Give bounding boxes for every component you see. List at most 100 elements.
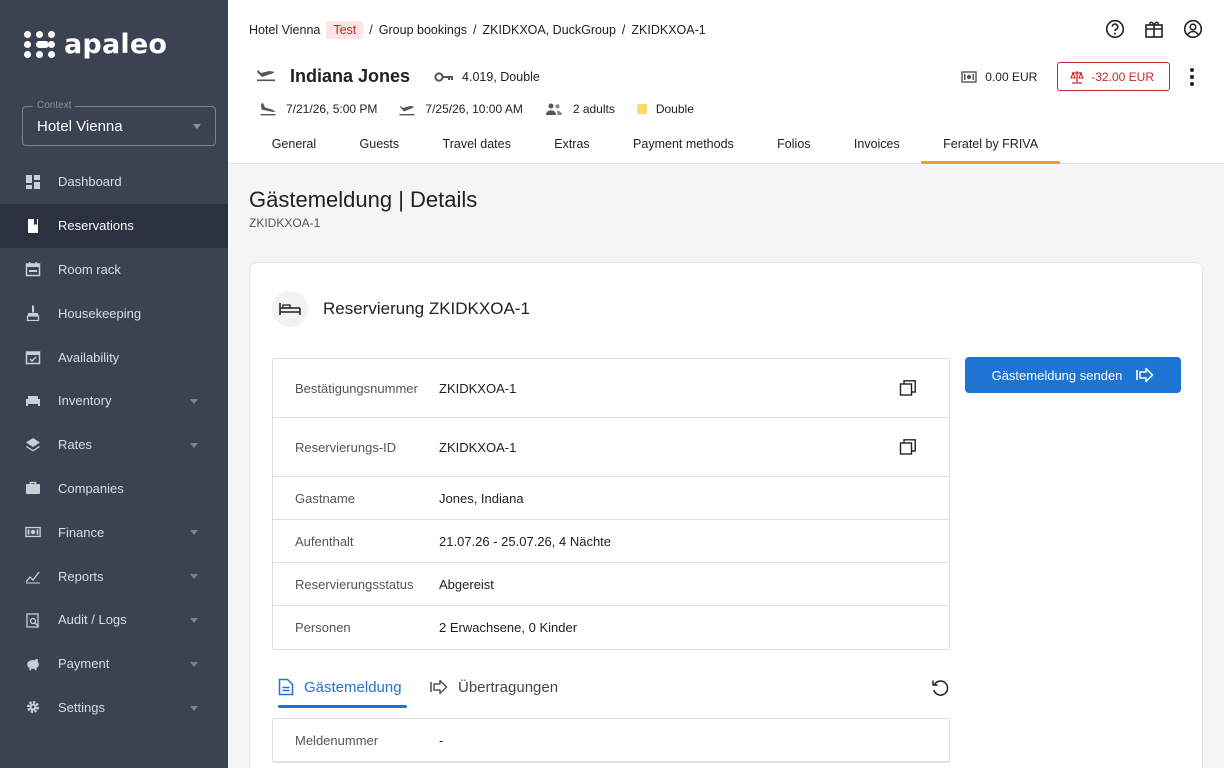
unit-group: Double (655, 102, 694, 116)
send-arrow-icon (430, 679, 448, 695)
sidebar-item-label: Audit / Logs (58, 612, 127, 628)
guest-name[interactable]: Indiana Jones (290, 66, 410, 87)
tab-feratel[interactable]: Feratel by FRIVA (921, 126, 1061, 164)
piggy-bank-icon (25, 656, 41, 672)
detail-value: Jones, Indiana (439, 490, 524, 506)
card-header: Reservierung ZKIDKXOA-1 (272, 291, 530, 327)
departure-date: 7/25/26, 10:00 AM (425, 102, 523, 116)
card-title: Reservierung ZKIDKXOA-1 (323, 299, 530, 318)
reservation-header: Hotel Vienna Test / Group bookings / ZKI… (228, 0, 1224, 164)
breadcrumb-group-bookings[interactable]: Group bookings (379, 23, 467, 37)
arrival-item: 7/21/26, 5:00 PM (260, 102, 377, 116)
sidebar-item-rates[interactable]: Rates (0, 423, 228, 467)
sidebar-item-housekeeping[interactable]: Housekeeping (0, 291, 228, 335)
reservation-details-table: Bestätigungsnummer ZKIDKXOA-1 Reservieru… (272, 358, 950, 650)
money-icon (961, 70, 977, 83)
test-badge: Test (326, 21, 364, 39)
main-content: Gästemeldung | Details ZKIDKXOA-1 Reserv… (228, 165, 1224, 768)
subtab-label: Übertragungen (458, 678, 559, 696)
detail-row-report-number: Meldenummer - (273, 719, 949, 762)
briefcase-icon (25, 480, 41, 496)
context-select[interactable]: Context Hotel Vienna (22, 100, 216, 146)
tab-folios[interactable]: Folios (755, 126, 832, 164)
sidebar-item-payment[interactable]: Payment (0, 642, 228, 686)
detail-label: Bestätigungsnummer (295, 380, 418, 396)
sidebar-item-reports[interactable]: Reports (0, 554, 228, 598)
sidebar-item-label: Rates (58, 437, 92, 453)
detail-label: Meldenummer (295, 732, 379, 748)
dashboard-icon (25, 174, 41, 190)
guest-report-subtabs: Gästemeldung Übertragungen (278, 667, 950, 708)
sidebar-item-availability[interactable]: Availability (0, 335, 228, 379)
adults-count: 2 adults (572, 102, 615, 116)
copy-icon[interactable] (899, 379, 917, 397)
tab-guests[interactable]: Guests (338, 126, 421, 164)
detail-row-stay: Aufenthalt 21.07.26 - 25.07.26, 4 Nächte (273, 520, 949, 563)
sidebar-item-audit-logs[interactable]: Audit / Logs (0, 598, 228, 642)
subtab-gaestemeldung[interactable]: Gästemeldung (278, 667, 402, 707)
refresh-icon[interactable] (930, 677, 950, 697)
tab-extras[interactable]: Extras (533, 126, 612, 164)
departure-item: 7/25/26, 10:00 AM (399, 102, 523, 116)
detail-label: Gastname (295, 490, 355, 506)
room-info: 4.019, Double (434, 70, 540, 84)
room-number: 4.019, Double (462, 69, 540, 84)
subtab-uebertragungen[interactable]: Übertragungen (430, 667, 558, 707)
breadcrumb-booking[interactable]: ZKIDKXOA, DuckGroup (483, 23, 616, 37)
chevron-down-icon (190, 661, 198, 667)
send-button-label: Gästemeldung senden (991, 367, 1123, 383)
chart-icon (25, 568, 41, 584)
context-value: Hotel Vienna (37, 118, 123, 135)
key-icon (434, 71, 454, 82)
sidebar-item-label: Reports (58, 568, 104, 584)
logo-dots-icon (22, 26, 58, 62)
gift-icon[interactable] (1143, 18, 1165, 40)
detail-row-guest-name: Gastname Jones, Indiana (273, 477, 949, 520)
detail-row-confirmation: Bestätigungsnummer ZKIDKXOA-1 (273, 359, 949, 418)
sidebar: apaleo Context Hotel Vienna Dashboard Re… (0, 0, 228, 768)
document-icon (278, 678, 294, 696)
tab-invoices[interactable]: Invoices (832, 126, 921, 164)
context-legend: Context (33, 100, 76, 111)
breadcrumb-property[interactable]: Hotel Vienna (249, 23, 320, 37)
departure-plane-icon (256, 66, 276, 87)
caret-down-icon (193, 124, 201, 129)
unit-group-color-swatch (636, 104, 647, 114)
detail-value: Abgereist (439, 576, 494, 592)
departure-plane-icon (399, 106, 415, 116)
sidebar-item-label: Companies (58, 480, 124, 496)
sidebar-item-label: Reservations (58, 218, 134, 234)
subtab-label: Gästemeldung (304, 678, 402, 696)
tab-travel-dates[interactable]: Travel dates (421, 126, 533, 164)
more-vert-icon[interactable] (1188, 66, 1196, 88)
detail-label: Reservierungs-ID (295, 439, 397, 455)
sidebar-item-label: Settings (58, 699, 105, 715)
chevron-down-icon (190, 398, 198, 404)
sidebar-item-room-rack[interactable]: Room rack (0, 248, 228, 292)
detail-value: ZKIDKXOA-1 (439, 380, 517, 396)
sidebar-item-inventory[interactable]: Inventory (0, 379, 228, 423)
sidebar-item-reservations[interactable]: Reservations (0, 203, 228, 248)
scale-icon (1070, 70, 1085, 84)
sidebar-item-dashboard[interactable]: Dashboard (0, 160, 228, 204)
layers-icon (25, 437, 41, 453)
page-title: Gästemeldung | Details (249, 187, 478, 212)
send-guest-report-button[interactable]: Gästemeldung senden (965, 357, 1181, 393)
apaleo-logo[interactable]: apaleo (22, 26, 167, 62)
breadcrumb-reservation: ZKIDKXOA-1 (631, 23, 706, 37)
sidebar-item-label: Room rack (58, 261, 121, 277)
sidebar-item-finance[interactable]: Finance (0, 510, 228, 554)
subtab-active-indicator (278, 705, 407, 708)
send-arrow-icon (1136, 367, 1154, 383)
account-icon[interactable] (1182, 18, 1204, 40)
detail-label: Reservierungsstatus (295, 576, 414, 592)
balance-value: 0.00 EUR (985, 69, 1038, 84)
help-icon[interactable] (1104, 18, 1126, 40)
sidebar-item-companies[interactable]: Companies (0, 467, 228, 511)
tab-general[interactable]: General (250, 126, 338, 164)
tab-payment-methods[interactable]: Payment methods (611, 126, 755, 164)
chevron-down-icon (190, 574, 198, 580)
copy-icon[interactable] (899, 438, 917, 456)
sidebar-item-settings[interactable]: Settings (0, 686, 228, 730)
open-balance-button[interactable]: -32.00 EUR (1057, 62, 1170, 91)
